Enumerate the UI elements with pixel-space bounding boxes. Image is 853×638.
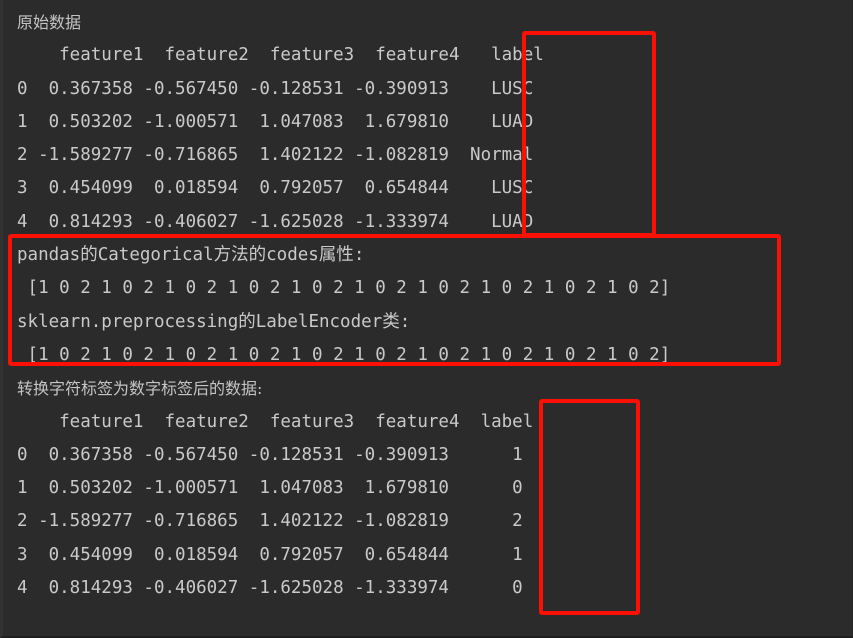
- cjk-text-run: 属性: [318, 245, 354, 266]
- console-text-area[interactable]: 原始数据 feature1 feature2 feature3 feature4…: [17, 6, 847, 605]
- table-row: 3 0.454099 0.018594 0.792057 0.654844 1: [17, 544, 523, 565]
- console-output-screen: 原始数据 feature1 feature2 feature3 feature4…: [0, 0, 853, 638]
- table-row: 1 0.503202 -1.000571 1.047083 1.679810 L…: [17, 111, 534, 132]
- converted-table-header: feature1 feature2 feature3 feature4 labe…: [17, 411, 534, 432]
- cjk-text-run: 类: [382, 311, 400, 332]
- sklearn-labelencoder-caption: sklearn.preprocessing的LabelEncoder类:: [17, 311, 411, 332]
- cjk-text-run: 的: [238, 311, 256, 332]
- table-row: 4 0.814293 -0.406027 -1.625028 -1.333974…: [17, 211, 534, 232]
- pandas-categorical-caption: pandas的Categorical方法的codes属性:: [17, 245, 365, 266]
- cjk-text-run: 的: [80, 245, 98, 266]
- table-row: 1 0.503202 -1.000571 1.047083 1.679810 0: [17, 478, 523, 499]
- cjk-text-run: 方法的: [213, 245, 267, 266]
- table-row: 0 0.367358 -0.567450 -0.128531 -0.390913…: [17, 444, 523, 465]
- table-row: 4 0.814293 -0.406027 -1.625028 -1.333974…: [17, 578, 523, 599]
- table-row: 2 -1.589277 -0.716865 1.402122 -1.082819…: [17, 511, 523, 532]
- table-row: 2 -1.589277 -0.716865 1.402122 -1.082819…: [17, 145, 534, 166]
- sklearn-codes-array: [1 0 2 1 0 2 1 0 2 1 0 2 1 0 2 1 0 2 1 0…: [17, 344, 671, 365]
- table-row: 0 0.367358 -0.567450 -0.128531 -0.390913…: [17, 78, 534, 99]
- original-table-header: feature1 feature2 feature3 feature4 labe…: [17, 45, 544, 66]
- pandas-codes-array: [1 0 2 1 0 2 1 0 2 1 0 2 1 0 2 1 0 2 1 0…: [17, 278, 671, 299]
- table-row: 3 0.454099 0.018594 0.792057 0.654844 LU…: [17, 178, 534, 199]
- converted-data-heading: 转换字符标签为数字标签后的数据:: [17, 379, 263, 399]
- original-data-heading: 原始数据: [17, 13, 82, 32]
